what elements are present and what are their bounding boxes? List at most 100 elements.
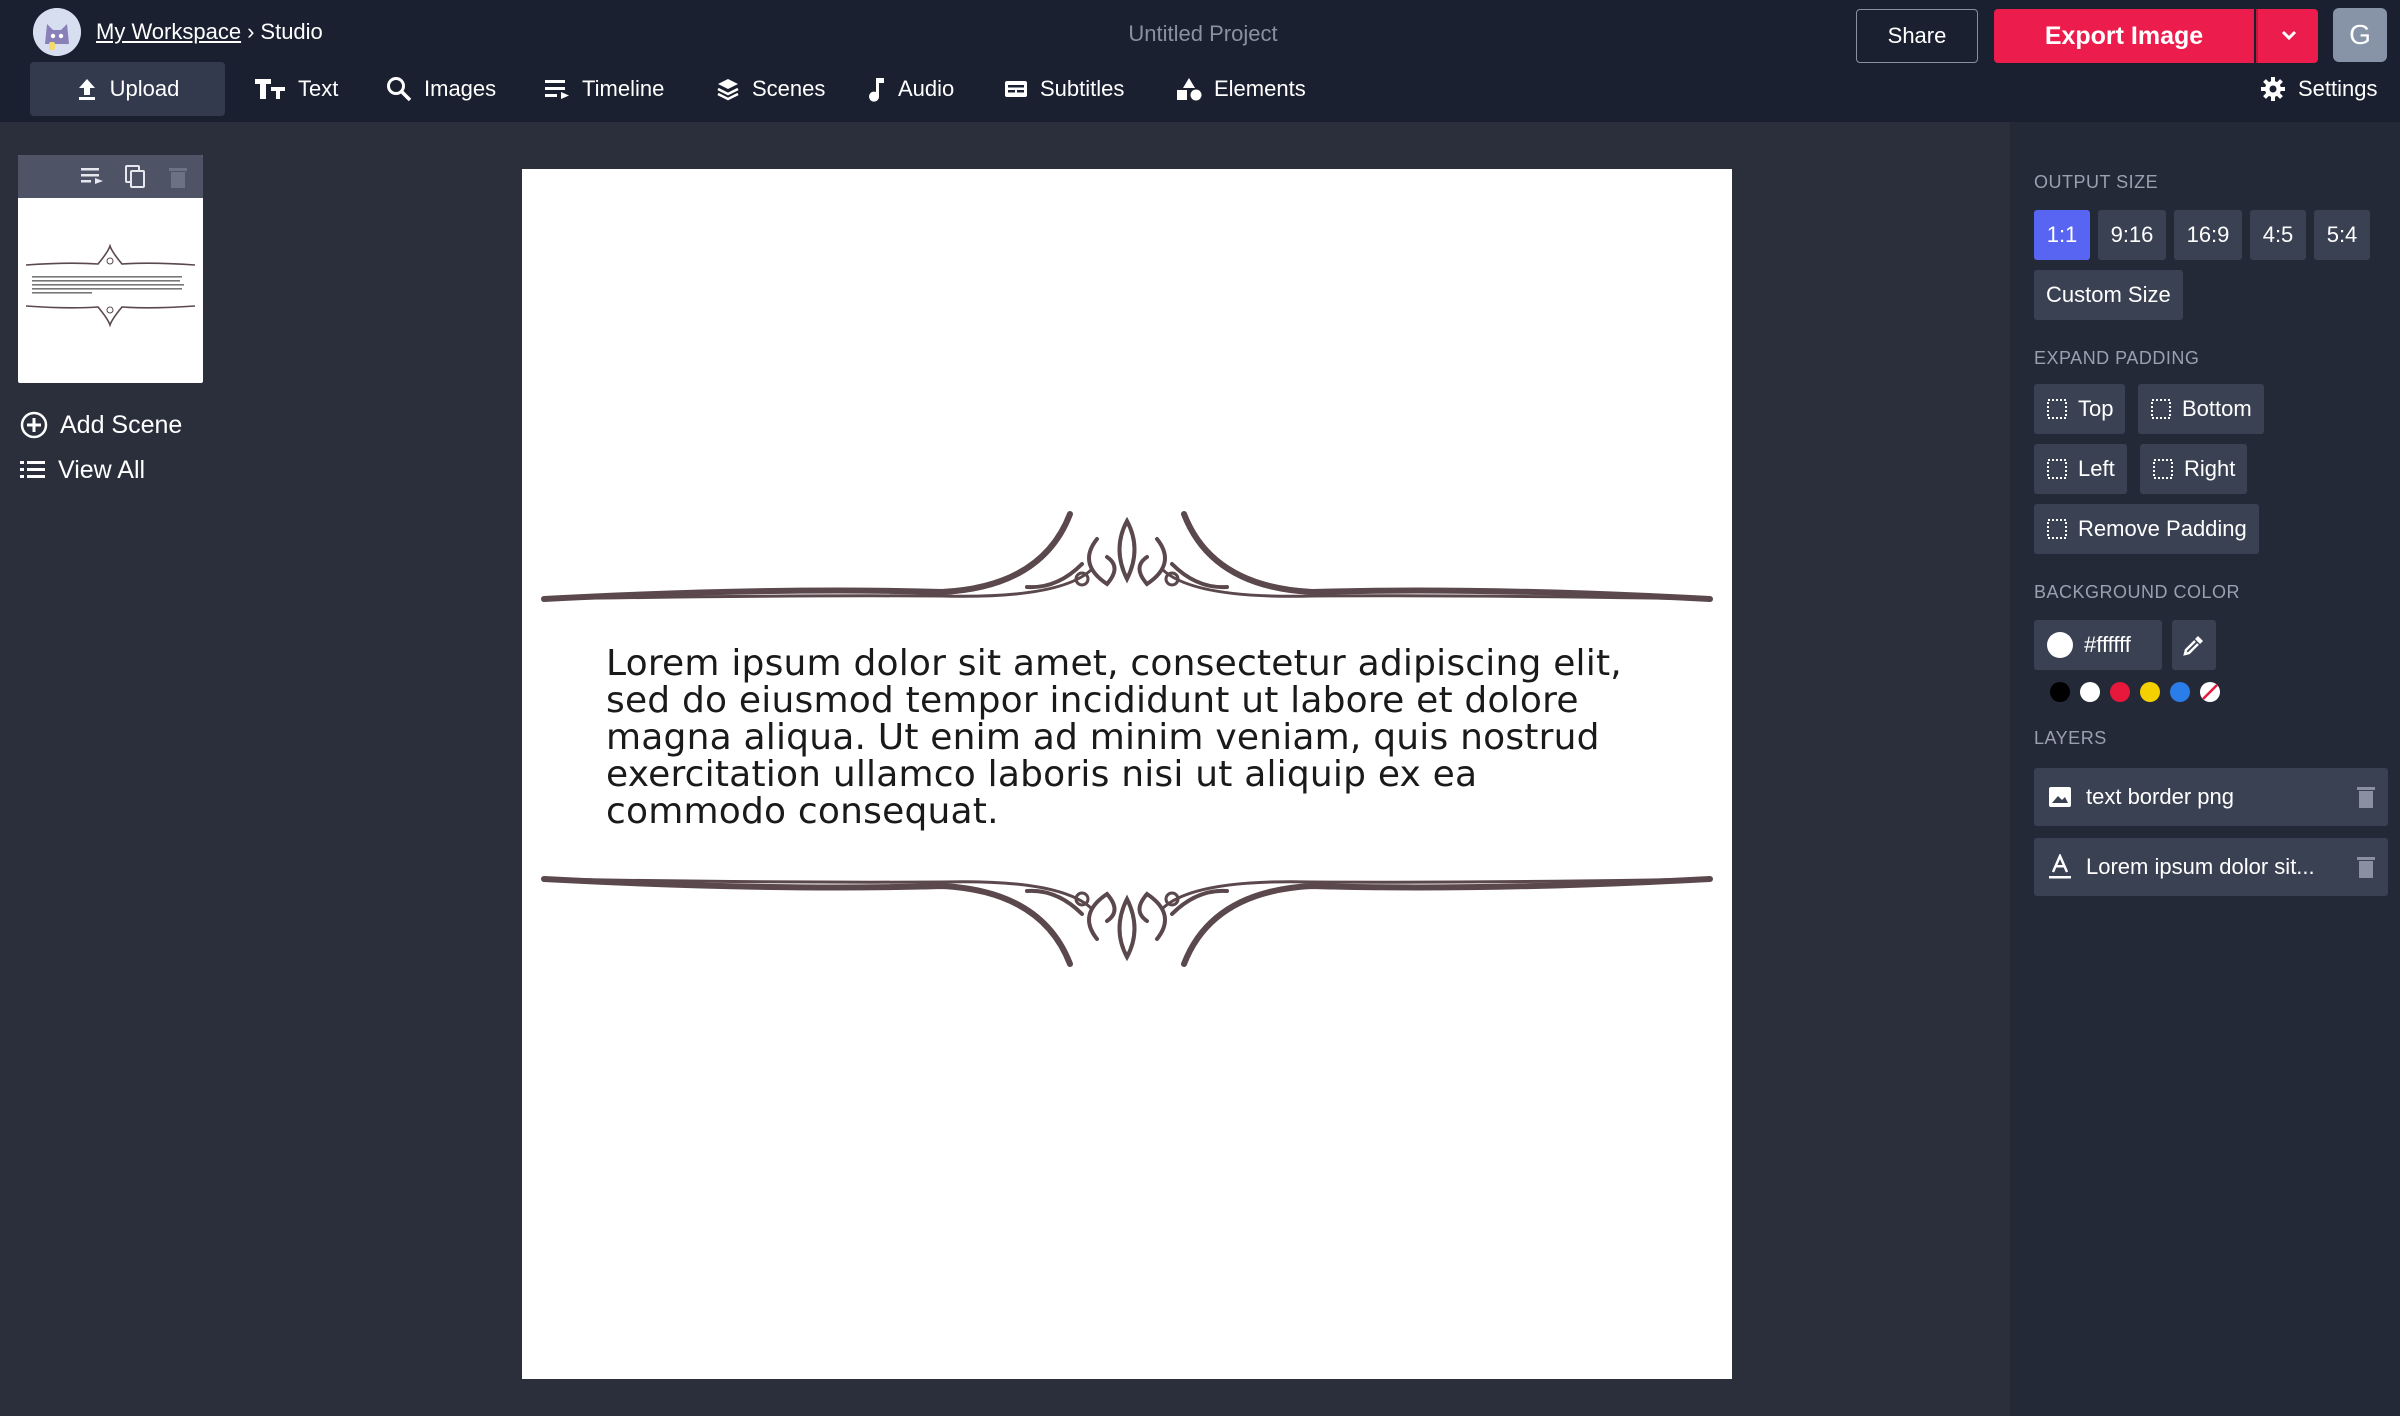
add-circle-icon (20, 411, 48, 439)
top-bar: My Workspace › Studio Untitled Project Sha… (0, 0, 2400, 122)
project-title[interactable]: Untitled Project (1000, 18, 1406, 50)
workspace-logo[interactable] (33, 8, 81, 56)
padding-right-button[interactable]: Right (2140, 444, 2248, 494)
padding-left-label: Left (2078, 456, 2115, 481)
swatch-white[interactable] (2080, 682, 2100, 702)
padding-top-button[interactable]: Top (2034, 384, 2126, 434)
text-format-icon (2049, 854, 2071, 879)
toolbar-elements-label: Elements (1214, 76, 1306, 101)
dotted-square-icon (2151, 399, 2171, 419)
padding-bottom-button[interactable]: Bottom (2138, 384, 2264, 434)
editor-canvas[interactable]: Lorem ipsum dolor sit amet, consectetur … (522, 169, 1732, 1379)
padding-left-button[interactable]: Left (2034, 444, 2127, 494)
layer-item-text[interactable]: Lorem ipsum dolor sit... (2034, 838, 2388, 896)
timeline-icon (545, 80, 569, 99)
scene-card[interactable] (18, 155, 203, 383)
trash-icon[interactable] (168, 165, 188, 189)
toolbar-elements[interactable]: Elements (1176, 62, 1306, 116)
background-color-heading: BACKGROUND COLOR (2034, 582, 2241, 602)
eyedropper-button[interactable] (2172, 620, 2216, 670)
layer-name: Lorem ipsum dolor sit... (2086, 854, 2315, 879)
scene-card-toolbar (18, 155, 203, 198)
image-icon (2049, 787, 2071, 807)
color-dot-icon (2047, 632, 2073, 658)
dotted-square-icon (2153, 459, 2173, 479)
toolbar-scenes[interactable]: Scenes (716, 62, 825, 116)
size-9-16-button[interactable]: 9:16 (2098, 210, 2166, 260)
swatch-yellow[interactable] (2140, 682, 2160, 702)
expand-padding-heading: EXPAND PADDING (2034, 348, 2200, 368)
background-color-picker[interactable]: #ffffff (2034, 620, 2162, 670)
size-1-1-button[interactable]: 1:1 (2034, 210, 2090, 260)
properties-panel: OUTPUT SIZE 1:1 9:16 16:9 4:5 5:4 Custom… (2010, 122, 2400, 1416)
toolbar-timeline-label: Timeline (582, 76, 665, 101)
swatch-blue[interactable] (2170, 682, 2190, 702)
canvas-text-layer[interactable]: Lorem ipsum dolor sit amet, consectetur … (606, 645, 1626, 830)
layers-icon (717, 79, 739, 101)
toolbar-audio-label: Audio (898, 76, 955, 101)
export-options-button[interactable] (2256, 9, 2318, 63)
custom-size-button[interactable]: Custom Size (2034, 270, 2183, 320)
dotted-square-icon (2047, 459, 2067, 479)
shapes-icon (1177, 78, 1202, 101)
no-color-icon (2202, 684, 2218, 700)
breadcrumb-separator: › (247, 19, 255, 44)
chevron-down-icon (2281, 30, 2297, 41)
view-all-label: View All (58, 455, 146, 484)
padding-bottom-label: Bottom (2182, 396, 2252, 421)
gear-icon (2261, 77, 2285, 101)
layer-name: text border png (2086, 784, 2234, 809)
breadcrumb: My Workspace › Studio (96, 16, 323, 48)
subtitles-icon (1005, 81, 1027, 97)
toolbar-text[interactable]: Text (254, 62, 338, 116)
settings-button[interactable]: Settings (2260, 62, 2378, 116)
size-4-5-button[interactable]: 4:5 (2250, 210, 2306, 260)
export-image-button[interactable]: Export Image (1994, 9, 2254, 63)
toolbar-scenes-label: Scenes (752, 76, 826, 101)
music-note-icon (869, 78, 884, 102)
swatch-red[interactable] (2110, 682, 2130, 702)
remove-padding-label: Remove Padding (2078, 516, 2247, 541)
padding-top-label: Top (2078, 396, 2114, 421)
remove-padding-button[interactable]: Remove Padding (2034, 504, 2259, 554)
toolbar-subtitles[interactable]: Subtitles (1004, 62, 1124, 116)
breadcrumb-current: Studio (260, 19, 323, 44)
background-color-value: #ffffff (2084, 632, 2131, 657)
size-16-9-button[interactable]: 16:9 (2174, 210, 2242, 260)
scene-timeline-icon[interactable] (80, 165, 104, 187)
dotted-square-icon (2047, 399, 2067, 419)
add-scene-label: Add Scene (60, 410, 183, 439)
toolbar-audio[interactable]: Audio (868, 62, 954, 116)
layers-heading: LAYERS (2034, 728, 2107, 748)
toolbar-text-label: Text (298, 76, 339, 101)
toolbar-images[interactable]: Images (386, 62, 496, 116)
dotted-square-icon (2047, 519, 2067, 539)
text-icon (255, 79, 285, 99)
breadcrumb-workspace-link[interactable]: My Workspace (96, 19, 241, 44)
duplicate-icon[interactable] (124, 165, 146, 189)
scene-thumbnail (25, 243, 196, 328)
list-icon (20, 461, 45, 478)
user-avatar[interactable]: G (2333, 8, 2387, 62)
toolbar-timeline[interactable]: Timeline (544, 62, 664, 116)
upload-icon (78, 79, 95, 100)
cat-logo-icon (33, 8, 81, 56)
swatch-transparent[interactable] (2200, 682, 2220, 702)
trash-icon[interactable] (2356, 785, 2376, 809)
toolbar-upload-label: Upload (109, 76, 180, 101)
eyedropper-icon (2183, 636, 2203, 656)
share-button[interactable]: Share (1856, 9, 1978, 63)
search-icon (387, 77, 412, 102)
output-size-heading: OUTPUT SIZE (2034, 172, 2159, 192)
toolbar-subtitles-label: Subtitles (1040, 76, 1125, 101)
add-scene-button[interactable]: Add Scene (20, 406, 182, 444)
toolbar-upload[interactable]: Upload (30, 62, 225, 116)
size-5-4-button[interactable]: 5:4 (2314, 210, 2370, 260)
view-all-scenes-button[interactable]: View All (20, 451, 145, 489)
padding-right-label: Right (2184, 456, 2236, 481)
settings-label: Settings (2298, 76, 2378, 101)
trash-icon[interactable] (2356, 855, 2376, 879)
swatch-black[interactable] (2050, 682, 2070, 702)
toolbar-images-label: Images (424, 76, 497, 101)
layer-item-image[interactable]: text border png (2034, 768, 2388, 826)
